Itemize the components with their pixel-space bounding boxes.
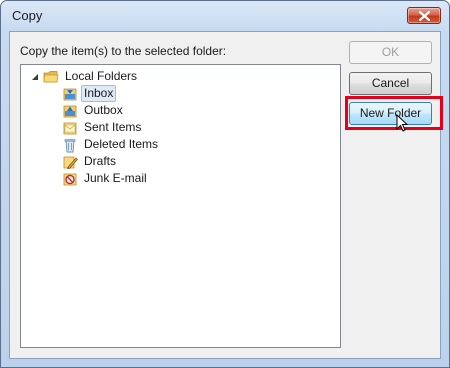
deleted-items-icon — [64, 138, 76, 152]
tree-item-sent-items[interactable]: Sent Items — [62, 119, 144, 136]
tree-item-outbox[interactable]: Outbox — [62, 102, 126, 119]
expand-collapse-icon[interactable] — [31, 73, 39, 81]
tree-item-drafts[interactable]: Drafts — [62, 153, 119, 170]
inbox-icon — [63, 88, 77, 100]
tree-item-local-folders[interactable]: Local Folders — [43, 68, 140, 85]
sent-items-icon — [63, 122, 77, 134]
window-title: Copy — [12, 8, 43, 23]
tree-item-junk-email[interactable]: Junk E-mail — [62, 170, 150, 187]
ok-button[interactable]: OK — [349, 41, 432, 64]
folder-icon — [43, 70, 59, 82]
tree-item-label: Junk E-mail — [84, 171, 147, 185]
copy-dialog: Copy Copy the item(s) to the selected fo… — [0, 0, 450, 368]
title-bar[interactable]: Copy — [1, 1, 449, 31]
tree-item-label: Sent Items — [84, 120, 142, 134]
instruction-label: Copy the item(s) to the selected folder: — [20, 44, 227, 58]
tree-item-label: Inbox — [81, 85, 117, 102]
drafts-icon — [63, 156, 78, 169]
cancel-button[interactable]: Cancel — [349, 72, 432, 95]
dialog-body: Copy the item(s) to the selected folder:… — [9, 31, 443, 359]
tree-item-label: Drafts — [84, 154, 117, 168]
close-icon — [419, 11, 430, 21]
mouse-pointer-icon — [396, 114, 408, 132]
outbox-icon — [63, 105, 77, 117]
tree-item-deleted-items[interactable]: Deleted Items — [62, 136, 161, 153]
highlight-annotation — [345, 96, 443, 130]
close-button[interactable] — [407, 7, 441, 24]
tree-item-label: Local Folders — [65, 69, 138, 83]
tree-item-label: Outbox — [84, 103, 123, 117]
folder-tree[interactable]: Local Folders Inbox Outbox Sent Items De… — [20, 64, 341, 348]
tree-item-inbox[interactable]: Inbox — [62, 85, 117, 102]
tree-item-label: Deleted Items — [84, 137, 159, 151]
junk-email-icon — [63, 173, 77, 185]
